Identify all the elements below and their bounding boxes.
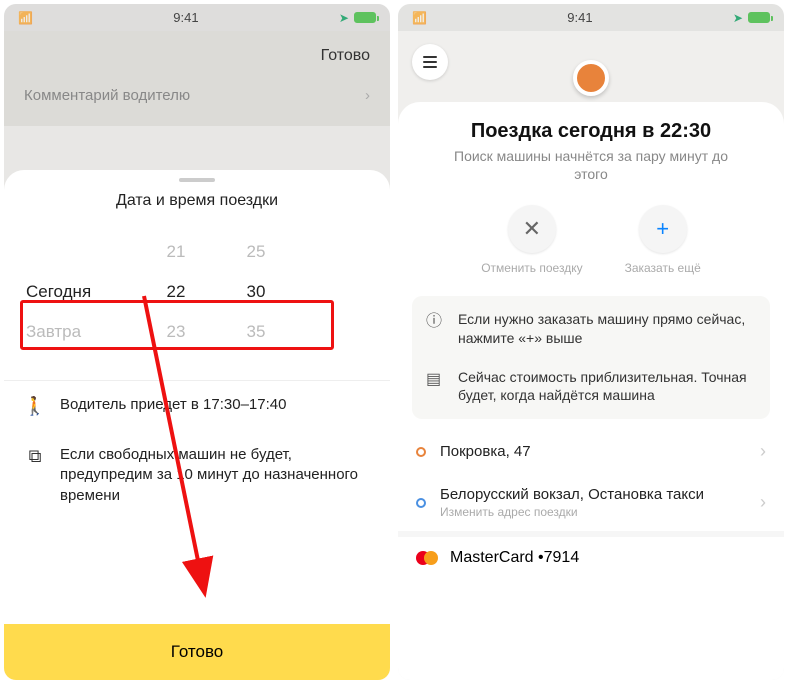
receipt-icon: ▤ (426, 369, 446, 391)
destination-sublabel: Изменить адрес поездки (440, 505, 746, 519)
eta-row: 🚶 Водитель приедет в 17:30–17:40 (4, 381, 390, 431)
notice-text-1: Если нужно заказать машину прямо сейчас,… (458, 310, 756, 348)
status-bar: 📶 9:41 ➤ (398, 4, 784, 31)
warning-text: Если свободных машин не будет, предупред… (60, 445, 370, 506)
walk-icon: 🚶 (24, 396, 46, 417)
notice-text-2: Сейчас стоимость приблизительная. Точная… (458, 368, 756, 406)
chevron-right-icon: › (760, 492, 766, 513)
battery-icon (354, 12, 376, 23)
info-icon: ⓘ (426, 311, 446, 333)
phone-screen-left: 📶 9:41 ➤ Готово Комментарий водителю › Д… (4, 4, 390, 680)
eta-text: Водитель приедет в 17:30–17:40 (60, 395, 370, 415)
datetime-sheet: Дата и время поездки 21 25 Сегодня 22 30… (4, 170, 390, 680)
plus-icon: + (639, 205, 687, 253)
payment-row[interactable]: MasterCard •7914 (398, 531, 784, 579)
payment-label: MasterCard •7914 (450, 549, 579, 567)
signal-icon: 📶 (412, 11, 427, 25)
sheet-title: Дата и время поездки (4, 184, 390, 224)
done-link[interactable]: Готово (4, 31, 390, 73)
route-to-row[interactable]: Белорусский вокзал, Остановка такси Изме… (398, 474, 784, 531)
dimmed-background: Готово Комментарий водителю › (4, 31, 390, 126)
destination-dot-icon (416, 498, 426, 508)
location-icon: ➤ (733, 11, 743, 25)
mastercard-icon (416, 551, 438, 565)
picker-hour-next[interactable]: 23 (136, 322, 216, 342)
cancel-label: Отменить поездку (481, 261, 582, 275)
add-label: Заказать ещё (625, 261, 701, 275)
hamburger-icon (423, 56, 437, 68)
datetime-picker[interactable]: 21 25 Сегодня 22 30 Завтра 23 35 (4, 224, 390, 362)
add-trip-button[interactable]: + Заказать ещё (625, 205, 701, 275)
status-bar: 📶 9:41 ➤ (4, 4, 390, 31)
comment-row[interactable]: Комментарий водителю › (4, 73, 390, 118)
warning-row: ⧉ Если свободных машин не будет, предупр… (4, 431, 390, 520)
picker-hour-prev[interactable]: 21 (136, 242, 216, 262)
picker-min-next[interactable]: 35 (216, 322, 296, 342)
origin-label: Покровка, 47 (440, 443, 746, 460)
action-buttons: ✕ Отменить поездку + Заказать ещё (398, 201, 784, 289)
picker-min-prev[interactable]: 25 (216, 242, 296, 262)
picker-min-selected[interactable]: 30 (216, 282, 296, 302)
menu-button[interactable] (412, 44, 448, 80)
picker-day-next[interactable]: Завтра (26, 322, 136, 342)
notice-box: ⓘ Если нужно заказать машину прямо сейча… (412, 296, 770, 420)
battery-icon (748, 12, 770, 23)
close-icon: ✕ (508, 205, 556, 253)
status-time: 9:41 (567, 10, 592, 25)
trip-sheet: Поездка сегодня в 22:30 Поиск машины нач… (398, 102, 784, 680)
picker-hour-selected[interactable]: 22 (136, 282, 216, 302)
location-icon: ➤ (339, 11, 349, 25)
done-button[interactable]: Готово (4, 624, 390, 680)
note-icon: ⧉ (24, 446, 46, 467)
picker-day-selected[interactable]: Сегодня (26, 282, 136, 302)
comment-placeholder: Комментарий водителю (24, 87, 190, 104)
chevron-right-icon: › (365, 87, 370, 104)
status-time: 9:41 (173, 10, 198, 25)
trip-title: Поездка сегодня в 22:30 (398, 102, 784, 147)
chevron-right-icon: › (760, 441, 766, 462)
cancel-trip-button[interactable]: ✕ Отменить поездку (481, 205, 582, 275)
drag-handle[interactable] (179, 178, 215, 182)
route-from-row[interactable]: Покровка, 47 › (398, 429, 784, 474)
trip-subtitle: Поиск машины начнётся за пару минут до э… (398, 147, 784, 201)
origin-dot-icon (416, 447, 426, 457)
phone-screen-right: 📶 9:41 ➤ Поездка сегодня в 22:30 Поиск м… (398, 4, 784, 680)
map-pin-icon (573, 60, 609, 96)
destination-label: Белорусский вокзал, Остановка такси (440, 486, 746, 503)
signal-icon: 📶 (18, 11, 33, 25)
